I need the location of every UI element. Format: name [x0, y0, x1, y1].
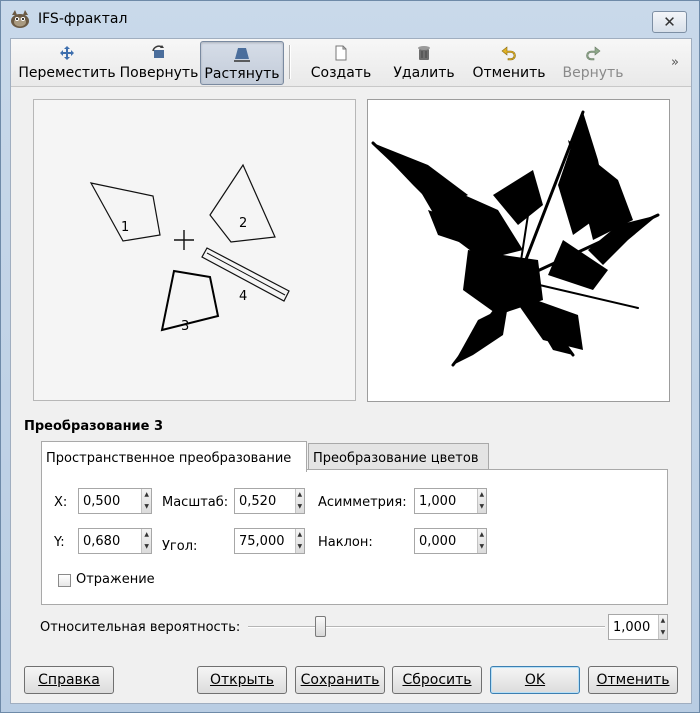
scale-input[interactable]	[235, 489, 295, 513]
help-button[interactable]: Справка	[24, 666, 114, 694]
y-spinbutton[interactable]: ▲▼	[78, 528, 152, 554]
delete-button[interactable]: Удалить	[387, 41, 461, 85]
probability-label: Относительная вероятность:	[40, 620, 241, 635]
flip-label[interactable]: Отражение	[76, 572, 155, 587]
ok-button[interactable]: OK	[490, 666, 580, 694]
scale-label: Масштаб:	[162, 495, 229, 510]
cancel-button[interactable]: Отменить	[588, 666, 678, 694]
probability-slider[interactable]	[248, 626, 605, 628]
rotate-tool-button[interactable]: Повернуть	[119, 41, 199, 85]
asymmetry-spinbutton[interactable]: ▲▼	[414, 488, 487, 514]
toolbar: Переместить Повернуть Растянуть Создать …	[11, 39, 691, 87]
rotate-icon	[152, 45, 164, 58]
tab-color-transform[interactable]: Преобразование цветов	[308, 443, 489, 471]
shear-spinbutton[interactable]: ▲▼	[414, 528, 487, 554]
toolbar-separator	[289, 45, 291, 79]
gimp-icon	[11, 10, 29, 28]
shape-label: 3	[181, 319, 189, 334]
spin-arrows[interactable]: ▲ ▼	[141, 529, 151, 553]
trash-icon	[418, 46, 430, 60]
angle-input[interactable]	[235, 529, 295, 553]
window-title: IFS-фрактал	[38, 11, 128, 27]
close-button[interactable]: ✕	[652, 11, 687, 33]
open-button[interactable]: Открыть	[197, 666, 287, 694]
x-label: X:	[54, 495, 68, 510]
toolbar-overflow-icon[interactable]: »	[671, 55, 679, 70]
asymmetry-label: Асимметрия:	[318, 495, 407, 510]
tab-spatial-transform[interactable]: Пространственное преобразование	[41, 441, 307, 472]
shape-label: 1	[121, 220, 129, 235]
y-label: Y:	[54, 535, 65, 550]
new-document-icon	[335, 45, 347, 61]
fractal-preview	[367, 99, 670, 402]
asymmetry-input[interactable]	[415, 489, 477, 513]
transform-heading: Преобразование 3	[24, 419, 164, 434]
x-spinbutton[interactable]: ▲▼	[78, 488, 152, 514]
title-bar[interactable]: IFS-фрактал ✕	[1, 1, 700, 37]
move-tool-button[interactable]: Переместить	[15, 41, 119, 85]
stretch-tool-button[interactable]: Растянуть	[200, 41, 284, 85]
probability-slider-handle[interactable]	[315, 616, 326, 637]
undo-button[interactable]: Отменить	[469, 41, 549, 85]
spin-arrows[interactable]: ▲ ▼	[657, 615, 667, 639]
undo-icon	[501, 46, 516, 61]
angle-label: Угол:	[162, 539, 198, 554]
spin-arrows[interactable]: ▲ ▼	[294, 529, 304, 553]
spin-arrows[interactable]: ▲ ▼	[294, 489, 304, 513]
stretch-icon	[234, 48, 250, 62]
flip-checkbox[interactable]	[58, 574, 71, 587]
shape-label: 4	[239, 289, 247, 304]
y-input[interactable]	[79, 529, 142, 553]
fractal-preview-image	[371, 110, 660, 367]
x-input[interactable]	[79, 489, 142, 513]
angle-spinbutton[interactable]: ▲▼	[234, 528, 305, 554]
ifs-fractal-window: IFS-фрактал ✕ Переместить Повернуть Раст…	[0, 0, 700, 713]
shape-label: 2	[239, 216, 247, 231]
center-crosshair-icon	[174, 230, 194, 250]
design-area[interactable]: 1 2 3 4	[33, 99, 356, 401]
spin-arrows[interactable]: ▲ ▼	[476, 489, 486, 513]
scale-spinbutton[interactable]: ▲▼	[234, 488, 305, 514]
spatial-transform-panel: X: ▲▼ Y: ▲▼ Масштаб: ▲▼ Угол: ▲▼ Асиммет…	[41, 469, 668, 605]
spin-arrows[interactable]: ▲ ▼	[141, 489, 151, 513]
save-button[interactable]: Сохранить	[295, 666, 385, 694]
redo-button[interactable]: Вернуть	[557, 41, 629, 85]
move-icon	[60, 46, 74, 60]
shear-input[interactable]	[415, 529, 477, 553]
probability-input[interactable]	[609, 615, 658, 639]
probability-spinbutton[interactable]: ▲▼	[608, 614, 668, 640]
reset-button[interactable]: Сбросить	[392, 666, 482, 694]
spin-arrows[interactable]: ▲ ▼	[476, 529, 486, 553]
new-button[interactable]: Создать	[303, 41, 379, 85]
transform-shape-3[interactable]	[160, 269, 220, 332]
dialog-body: Переместить Повернуть Растянуть Создать …	[10, 38, 692, 704]
shear-label: Наклон:	[318, 535, 373, 550]
close-icon: ✕	[663, 13, 676, 31]
redo-icon	[586, 46, 601, 61]
design-canvas[interactable]: 1 2 3 4	[34, 100, 355, 400]
